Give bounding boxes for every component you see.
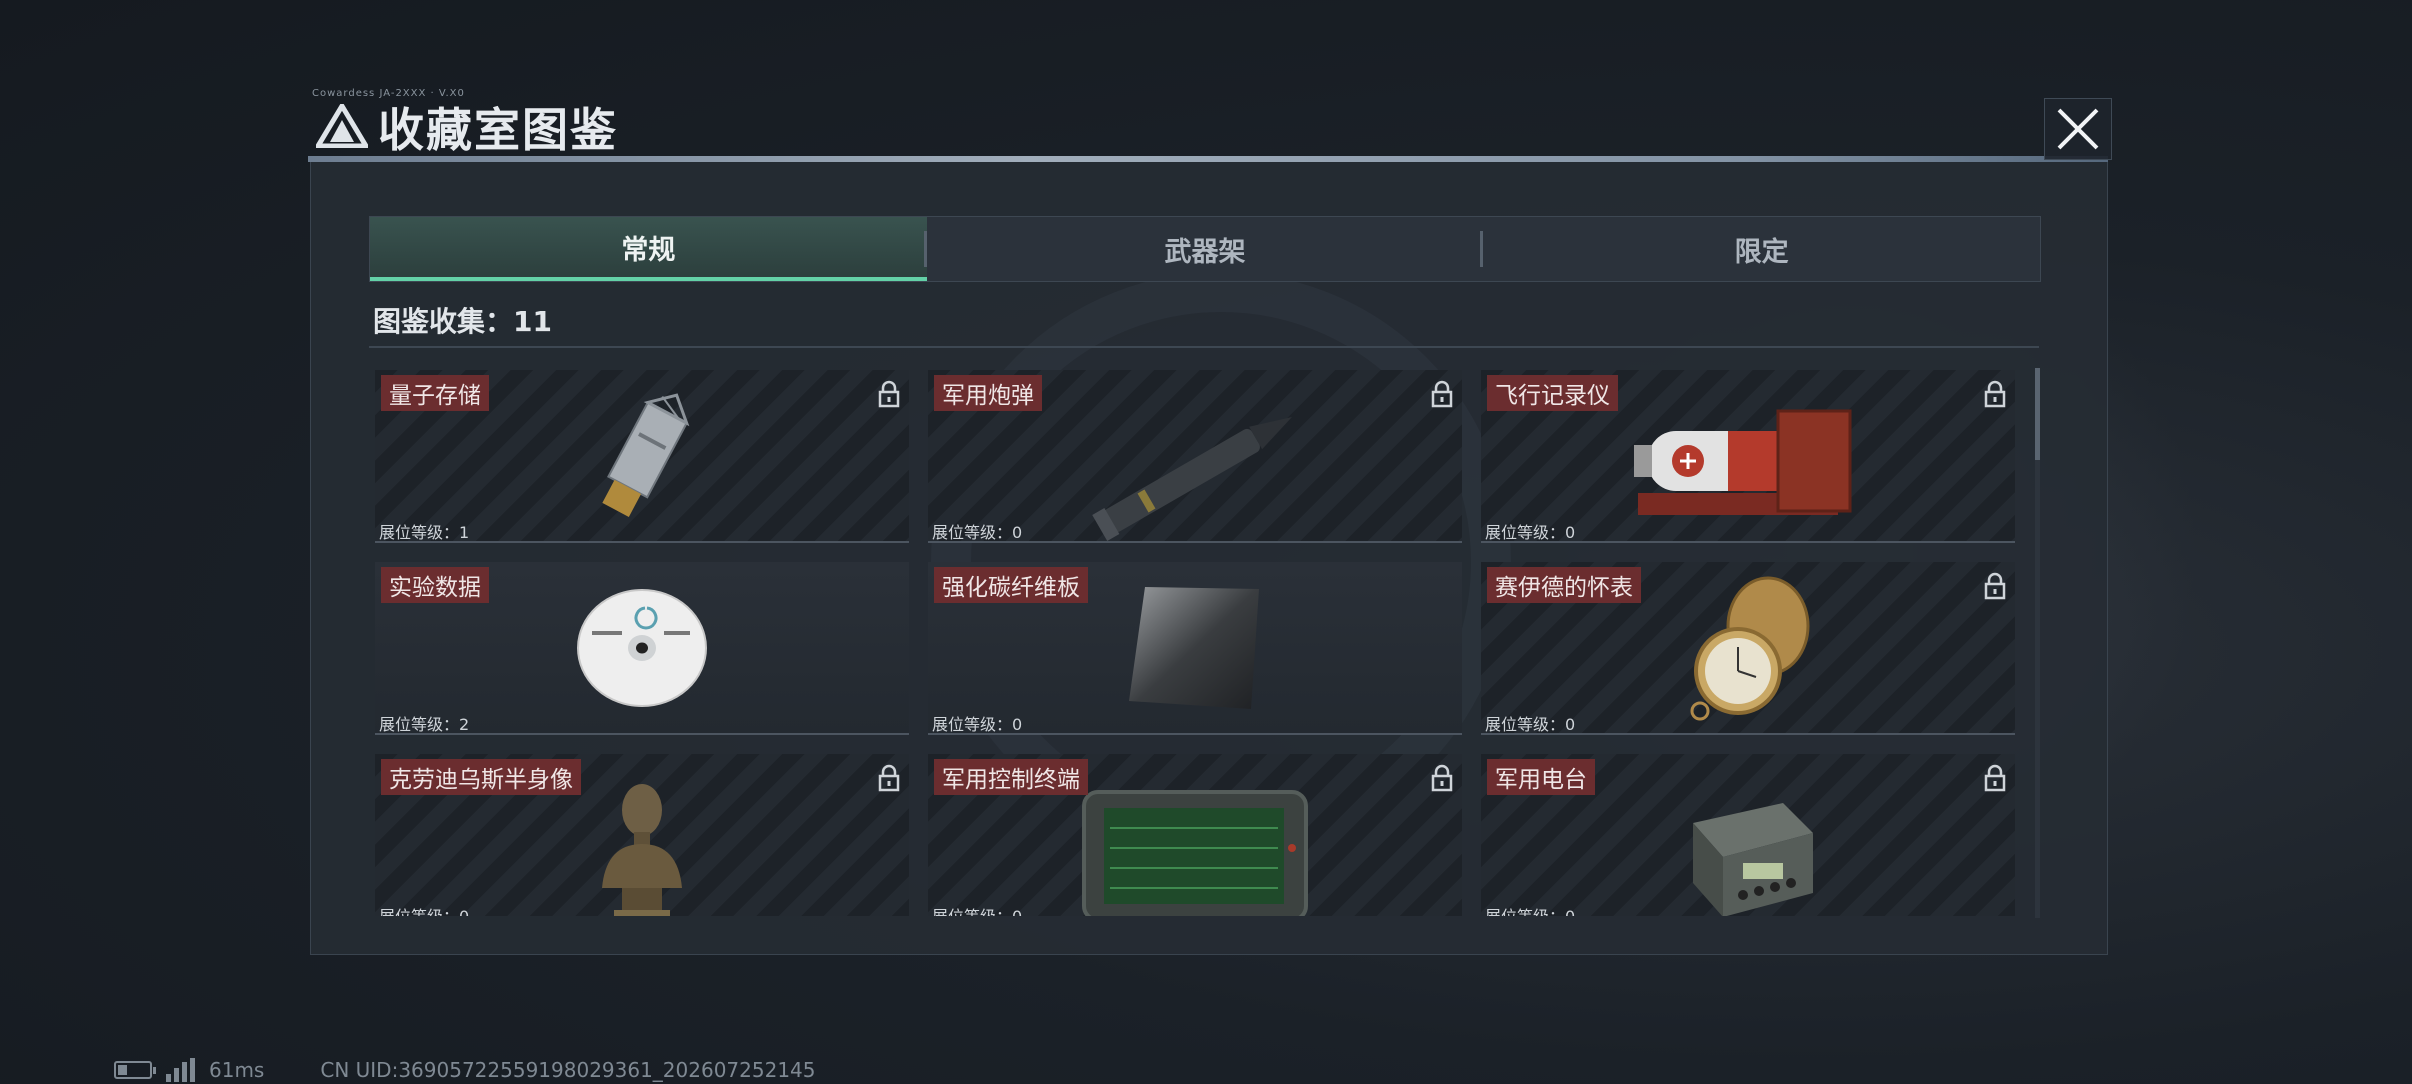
item-level: 展位等级：0 bbox=[932, 715, 1023, 734]
usb-drive-icon bbox=[602, 392, 690, 517]
logo-icon bbox=[316, 104, 368, 148]
item-level: 展位等级：0 bbox=[932, 903, 1022, 916]
lock-icon bbox=[1431, 380, 1453, 408]
battery-level bbox=[118, 1065, 127, 1075]
collection-count: 图鉴收集：11 bbox=[373, 305, 552, 338]
pocket-watch-icon bbox=[1690, 576, 1810, 721]
item-name: 军用炮弹 bbox=[934, 375, 1042, 411]
military-radio-icon bbox=[1693, 803, 1813, 916]
item-level: 展位等级：0 bbox=[379, 903, 469, 916]
item-name: 飞行记录仪 bbox=[1487, 375, 1618, 411]
signal-icon bbox=[166, 1058, 195, 1082]
close-button[interactable] bbox=[2044, 98, 2112, 160]
tab-weapon-rack[interactable]: 武器架 bbox=[927, 217, 1484, 281]
item-card-bust[interactable]: 克劳迪乌斯半身像 展位等级：0 bbox=[375, 754, 909, 916]
lock-icon bbox=[1984, 764, 2006, 792]
tab-bar: 常规 武器架 限定 bbox=[369, 216, 2041, 282]
item-level: 展位等级：0 bbox=[932, 523, 1023, 542]
item-level: 展位等级：1 bbox=[379, 523, 470, 542]
lock-icon bbox=[878, 764, 900, 792]
tab-limited[interactable]: 限定 bbox=[1483, 217, 2040, 281]
item-name: 实验数据 bbox=[381, 567, 489, 603]
item-card-quantum-storage[interactable]: 量子存储 展位等级：1 bbox=[375, 370, 909, 543]
item-name: 克劳迪乌斯半身像 bbox=[381, 759, 581, 795]
tab-label: 常规 bbox=[621, 234, 676, 266]
tab-label: 限定 bbox=[1734, 236, 1789, 268]
item-name: 赛伊德的怀表 bbox=[1487, 567, 1641, 603]
tab-label: 武器架 bbox=[1164, 236, 1246, 268]
control-terminal-icon bbox=[1082, 790, 1308, 916]
ping-text: 61ms bbox=[209, 1058, 265, 1082]
scrollbar-thumb[interactable] bbox=[2035, 368, 2040, 460]
item-level: 展位等级：0 bbox=[1485, 903, 1575, 916]
item-level: 展位等级：0 bbox=[1485, 523, 1576, 542]
artillery-shell-icon bbox=[1092, 416, 1292, 541]
lock-icon bbox=[878, 380, 900, 408]
item-level: 展位等级：2 bbox=[379, 715, 470, 734]
item-name: 军用控制终端 bbox=[934, 759, 1088, 795]
item-name: 军用电台 bbox=[1487, 759, 1595, 795]
bust-icon bbox=[602, 784, 682, 916]
item-card-control-terminal[interactable]: 军用控制终端 展位等级：0 bbox=[928, 754, 1462, 916]
item-card-military-shell[interactable]: 军用炮弹 展位等级：0 bbox=[928, 370, 1462, 543]
collection-panel: 常规 武器架 限定 图鉴收集：11 量子存储 展位等级：1 军用炮弹 展位等级：… bbox=[310, 162, 2108, 955]
carbon-plate-icon bbox=[1129, 586, 1259, 709]
item-card-military-radio[interactable]: 军用电台 展位等级：0 bbox=[1481, 754, 2015, 916]
status-bar: 61ms CN UID:36905722559198029361_2026072… bbox=[114, 1058, 816, 1082]
item-grid[interactable]: 量子存储 展位等级：1 军用炮弹 展位等级：0 飞行记录仪 展位等级：0 实验数… bbox=[375, 370, 2025, 916]
page-title: 收藏室图鉴 bbox=[378, 103, 618, 157]
tab-regular[interactable]: 常规 bbox=[370, 217, 927, 281]
item-card-flight-recorder[interactable]: 飞行记录仪 展位等级：0 bbox=[1481, 370, 2015, 543]
battery-icon bbox=[114, 1061, 156, 1079]
item-card-pocket-watch[interactable]: 赛伊德的怀表 展位等级：0 bbox=[1481, 562, 2015, 735]
lock-icon bbox=[1984, 572, 2006, 600]
item-name: 强化碳纤维板 bbox=[934, 567, 1088, 603]
collection-divider bbox=[369, 346, 2039, 348]
item-card-carbon-plate[interactable]: 强化碳纤维板 展位等级：0 bbox=[928, 562, 1462, 735]
uid-text: CN UID:36905722559198029361_202607252145 bbox=[320, 1058, 816, 1082]
lock-icon bbox=[1984, 380, 2006, 408]
item-level: 展位等级：0 bbox=[1485, 715, 1576, 734]
item-card-experiment-data[interactable]: 实验数据 展位等级：2 bbox=[375, 562, 909, 735]
close-icon bbox=[2057, 108, 2099, 150]
flight-recorder-icon bbox=[1634, 409, 1852, 515]
item-name: 量子存储 bbox=[381, 375, 489, 411]
lock-icon bbox=[1431, 764, 1453, 792]
disc-icon bbox=[577, 588, 707, 707]
